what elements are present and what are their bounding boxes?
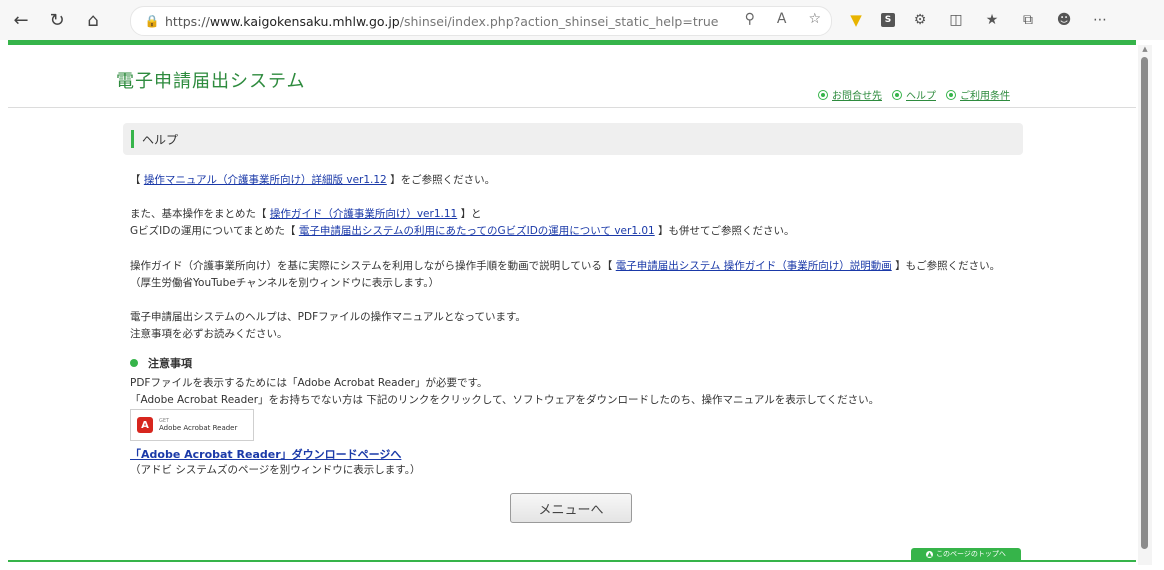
home-icon[interactable]: ⌂ — [78, 5, 108, 35]
page-title: ヘルプ — [142, 132, 179, 147]
video-guide-link[interactable]: 電子申請届出システム 操作ガイド（事業所向け）説明動画 — [616, 260, 892, 272]
header-link-label: お問合せ先 — [832, 91, 882, 102]
extension-icon[interactable]: ▼ — [845, 5, 867, 35]
favorites-icon[interactable]: ★ — [981, 5, 1003, 35]
text: 【 — [130, 174, 141, 186]
acrobat-badge-text: GET Adobe Acrobat Reader — [159, 418, 237, 433]
help-intro-line1: 電子申請届出システムのヘルプは、PDFファイルの操作マニュアルとなっています。 — [130, 311, 526, 323]
gbizid-guide-link[interactable]: 電子申請届出システムの利用にあたってのGビズIDの運用について ver1.01 — [299, 225, 655, 237]
url-prefix: https:// — [165, 13, 210, 29]
text: 】と — [460, 208, 482, 220]
guide-paragraph-line2: GビズIDの運用についてまとめた【 電子申請届出システムの利用にあたってのGビズ… — [130, 223, 795, 238]
page-top-link[interactable]: ▲ このページのトップへ — [911, 548, 1021, 560]
scroll-up-icon[interactable]: ▲ — [1138, 45, 1152, 55]
extension-s-icon[interactable]: S — [881, 13, 895, 27]
refresh-icon[interactable]: ↻ — [42, 5, 72, 35]
text: また、基本操作をまとめた【 — [130, 208, 267, 220]
site-title[interactable]: 電子申請届出システム — [116, 67, 305, 93]
manual-detail-link[interactable]: 操作マニュアル（介護事業所向け）詳細版 ver1.12 — [144, 174, 387, 186]
read-aloud-icon[interactable]: A — [777, 11, 787, 27]
operation-guide-link[interactable]: 操作ガイド（介護事業所向け）ver1.11 — [270, 208, 457, 220]
more-menu-icon[interactable]: ⋯ — [1089, 5, 1111, 35]
lock-icon[interactable]: 🔒 — [139, 14, 165, 28]
collections-icon[interactable]: ⧉ — [1017, 5, 1039, 35]
browser-toolbar: ← ↻ ⌂ 🔒 https://www.kaigokensaku.mhlw.go… — [0, 0, 1164, 40]
scroll-thumb[interactable] — [1141, 57, 1148, 549]
green-dot-icon — [130, 359, 138, 367]
acrobat-reader-badge[interactable]: A GET Adobe Acrobat Reader — [130, 409, 254, 441]
video-paragraph-line2: （厚生労働省YouTubeチャンネルを別ウィンドウに表示します。） — [130, 277, 440, 289]
header-link-contact[interactable]: お問合せ先 — [818, 87, 882, 102]
notice-heading: 注意事項 — [130, 355, 192, 371]
text: GビズIDの運用についてまとめた【 — [130, 225, 296, 237]
url-path: /shinsei/index.php?action_shinsei_static… — [399, 13, 719, 29]
heading-accent — [131, 130, 134, 148]
zoom-icon[interactable]: ⚲ — [745, 11, 755, 27]
header-link-label: ヘルプ — [906, 91, 936, 102]
bullet-icon — [892, 89, 902, 100]
extensions-puzzle-icon[interactable]: ⚙ — [909, 5, 931, 35]
split-screen-icon[interactable]: ◫ — [945, 5, 967, 35]
guide-paragraph-line1: また、基本操作をまとめた【 操作ガイド（介護事業所向け）ver1.11 】と — [130, 206, 482, 221]
favorite-star-icon[interactable]: ☆ — [808, 11, 821, 27]
notice-heading-text: 注意事項 — [148, 357, 192, 370]
up-arrow-icon: ▲ — [926, 550, 934, 558]
help-intro-line2: 注意事項を必ずお読みください。 — [130, 328, 288, 340]
text: 操作ガイド（介護事業所向け）を基に実際にシステムを利用しながら操作手順を動画で説… — [130, 260, 613, 272]
header-link-terms[interactable]: ご利用条件 — [946, 87, 1010, 102]
page-top-label: このページのトップへ — [936, 550, 1006, 558]
manual-paragraph: 【 操作マニュアル（介護事業所向け）詳細版 ver1.12 】をご参照ください。 — [130, 172, 495, 187]
text: 】もご参照ください。 — [895, 260, 1001, 272]
acrobat-logo-icon: A — [137, 417, 153, 433]
menu-button[interactable]: メニューへ — [510, 493, 632, 523]
text: 】をご参照ください。 — [390, 174, 496, 186]
header-divider — [8, 107, 1136, 108]
address-bar[interactable]: 🔒 https://www.kaigokensaku.mhlw.go.jp/sh… — [130, 6, 832, 36]
bullet-icon — [818, 89, 828, 100]
video-paragraph-line1: 操作ガイド（介護事業所向け）を基に実際にシステムを利用しながら操作手順を動画で説… — [130, 258, 1000, 273]
browser-extensions: ▼ S ⚙ ◫ ★ ⧉ ☻ ⋯ — [845, 5, 1111, 35]
notice-line1: PDFファイルを表示するためには「Adobe Acrobat Reader」が必… — [130, 377, 488, 389]
url-host: www.kaigokensaku.mhlw.go.jp — [209, 13, 400, 29]
back-icon[interactable]: ← — [6, 5, 36, 35]
header-link-label: ご利用条件 — [960, 91, 1010, 102]
copilot-icon[interactable]: ☻ — [1053, 5, 1075, 35]
download-note: （アドビ システムズのページを別ウィンドウに表示します。） — [130, 464, 421, 476]
acrobat-download-link[interactable]: 「Adobe Acrobat Reader」ダウンロードページへ — [130, 446, 401, 462]
notice-line2: 「Adobe Acrobat Reader」をお持ちでない方は 下記のリンクをク… — [130, 394, 880, 406]
bullet-icon — [946, 89, 956, 100]
header-link-help[interactable]: ヘルプ — [892, 87, 936, 102]
page-content: 電子申請届出システム お問合せ先 ヘルプ ご利用条件 ヘルプ 【 操作マニュアル… — [8, 45, 1136, 565]
scrollbar[interactable]: ▲ — [1138, 45, 1152, 565]
header-links: お問合せ先 ヘルプ ご利用条件 — [818, 87, 1010, 102]
footer-green-line — [8, 560, 1136, 562]
help-heading-bar: ヘルプ — [123, 123, 1023, 155]
text: 】も併せてご参照ください。 — [658, 225, 795, 237]
badge-name-text: Adobe Acrobat Reader — [159, 423, 238, 432]
address-bar-icons: ⚲ A ☆ — [745, 11, 821, 27]
